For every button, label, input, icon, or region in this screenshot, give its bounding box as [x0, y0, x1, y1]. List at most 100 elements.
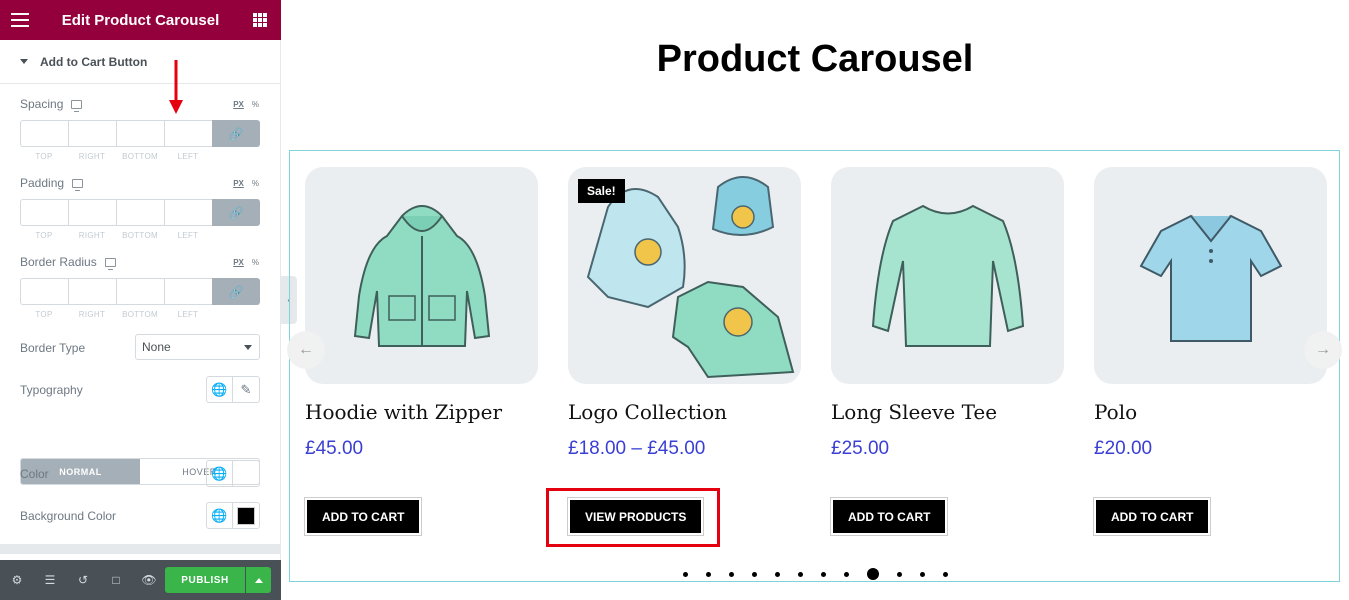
color-swatch-empty[interactable]	[233, 461, 259, 486]
hoodie-icon	[353, 204, 490, 347]
polo-shirt-icon	[1139, 214, 1282, 342]
sidebar-header: Edit Product Carousel	[0, 0, 281, 40]
radius-dim-labels: TOP RIGHT BOTTOM LEFT	[35, 310, 199, 319]
history-icon[interactable]: ↺	[74, 571, 92, 589]
radius-left-input[interactable]	[164, 278, 212, 305]
carousel-prev-arrow-icon[interactable]: ←	[287, 331, 325, 369]
spacing-right-input[interactable]	[68, 120, 116, 147]
settings-gear-icon[interactable]: ⚙	[8, 571, 26, 589]
padding-right-input[interactable]	[68, 199, 116, 226]
color-controls: 🌐	[206, 460, 260, 487]
carousel-dot[interactable]	[706, 571, 711, 577]
border-radius-label: Border Radius	[20, 255, 116, 270]
spacing-top-input[interactable]	[20, 120, 68, 147]
add-to-cart-button[interactable]: ADD TO CART	[829, 497, 949, 536]
carousel-dot[interactable]	[920, 571, 925, 577]
radius-bottom-input[interactable]	[116, 278, 164, 305]
padding-top-input[interactable]	[20, 199, 68, 226]
product-price: £45.00	[305, 438, 364, 459]
add-to-cart-button[interactable]: ADD TO CART	[303, 497, 423, 536]
page-title: Product Carousel	[656, 38, 974, 80]
sidebar-title: Edit Product Carousel	[61, 11, 220, 29]
padding-left-input[interactable]	[164, 199, 212, 226]
globe-icon[interactable]: 🌐	[207, 377, 233, 402]
pencil-icon[interactable]: ✎	[233, 377, 259, 402]
link-icon[interactable]: 🔗	[212, 199, 260, 226]
carousel-dot[interactable]	[844, 571, 849, 577]
spacing-label: Spacing	[20, 97, 83, 112]
carousel-dot[interactable]	[943, 571, 948, 577]
product-image[interactable]	[305, 167, 538, 384]
spacing-units[interactable]: PX%	[233, 100, 259, 109]
padding-dim-labels: TOP RIGHT BOTTOM LEFT	[35, 231, 199, 240]
product-image[interactable]	[831, 167, 1064, 384]
carousel-dot[interactable]	[867, 568, 879, 580]
product-name[interactable]: Logo Collection	[568, 400, 801, 424]
product-carousel: Hoodie with Zipper £45.00 ADD TO CART Sa…	[287, 150, 1342, 582]
link-icon[interactable]: 🔗	[212, 120, 260, 147]
chevron-down-icon	[244, 345, 252, 350]
padding-units[interactable]: PX%	[233, 179, 259, 188]
long-sleeve-tee-icon	[871, 204, 1024, 347]
carousel-dot[interactable]	[752, 571, 757, 577]
product-card: Hoodie with Zipper £45.00 ADD TO CART	[303, 167, 538, 536]
product-name[interactable]: Polo	[1094, 400, 1327, 424]
color-swatch-black[interactable]	[233, 503, 259, 528]
product-image[interactable]	[1094, 167, 1327, 384]
globe-icon[interactable]: 🌐	[207, 503, 233, 528]
caret-down-icon	[20, 59, 28, 64]
product-card: Sale! Logo Collection £18.00 – £45.00 VI…	[566, 167, 801, 536]
link-icon[interactable]: 🔗	[212, 278, 260, 305]
product-price: £25.00	[831, 438, 890, 459]
carousel-pagination	[290, 568, 1341, 580]
carousel-dot[interactable]	[775, 571, 780, 577]
spacing-dimensions: 🔗	[20, 120, 260, 147]
border-radius-units[interactable]: PX%	[233, 258, 259, 267]
radius-top-input[interactable]	[20, 278, 68, 305]
desktop-icon[interactable]	[71, 100, 83, 112]
globe-icon[interactable]: 🌐	[207, 461, 233, 486]
border-type-select[interactable]: None	[135, 334, 260, 360]
typography-label: Typography	[20, 383, 83, 397]
product-name[interactable]: Hoodie with Zipper	[305, 400, 538, 424]
add-to-cart-button[interactable]: ADD TO CART	[1092, 497, 1212, 536]
border-type-label: Border Type	[20, 341, 86, 355]
responsive-mode-icon[interactable]: □	[107, 571, 125, 589]
hamburger-menu-icon[interactable]	[11, 13, 29, 27]
divider	[0, 544, 281, 554]
background-color-controls: 🌐	[206, 502, 260, 529]
section-add-to-cart-button[interactable]: Add to Cart Button	[0, 40, 281, 84]
carousel-next-arrow-icon[interactable]: →	[1304, 331, 1342, 369]
sidebar-panel: Add to Cart Button Spacing PX% 🔗 TOP RIGH…	[0, 40, 281, 554]
publish-options-caret-icon[interactable]	[246, 567, 271, 593]
red-arrow-annotation-icon	[169, 60, 183, 114]
publish-button[interactable]: PUBLISH	[165, 567, 245, 593]
section-title: Add to Cart Button	[40, 54, 148, 69]
carousel-dot[interactable]	[729, 571, 734, 577]
desktop-icon[interactable]	[72, 179, 84, 191]
product-name[interactable]: Long Sleeve Tee	[831, 400, 1064, 424]
sidebar-footer: ⚙ ☰ ↺ □ 👁 PUBLISH	[0, 560, 281, 600]
sale-badge: Sale!	[578, 179, 625, 203]
widgets-grid-icon[interactable]	[253, 13, 267, 27]
product-card: Long Sleeve Tee £25.00 ADD TO CART	[829, 167, 1064, 536]
desktop-icon[interactable]	[104, 258, 116, 270]
spacing-bottom-input[interactable]	[116, 120, 164, 147]
carousel-dot[interactable]	[821, 571, 826, 577]
spacing-left-input[interactable]	[164, 120, 212, 147]
radius-right-input[interactable]	[68, 278, 116, 305]
padding-bottom-input[interactable]	[116, 199, 164, 226]
product-card: Polo £20.00 ADD TO CART	[1092, 167, 1327, 536]
typography-controls: 🌐 ✎	[206, 376, 260, 403]
border-radius-dimensions: 🔗	[20, 278, 260, 305]
highlight-box-annotation	[546, 488, 720, 547]
preview-eye-icon[interactable]: 👁	[140, 571, 158, 589]
spacing-dim-labels: TOP RIGHT BOTTOM LEFT	[35, 152, 199, 161]
padding-label: Padding	[20, 176, 84, 191]
carousel-dot[interactable]	[897, 571, 902, 577]
carousel-dot[interactable]	[683, 571, 688, 577]
carousel-dot[interactable]	[798, 571, 803, 577]
layers-icon[interactable]: ☰	[41, 571, 59, 589]
product-image[interactable]: Sale!	[568, 167, 801, 384]
color-label: Color	[20, 467, 49, 481]
